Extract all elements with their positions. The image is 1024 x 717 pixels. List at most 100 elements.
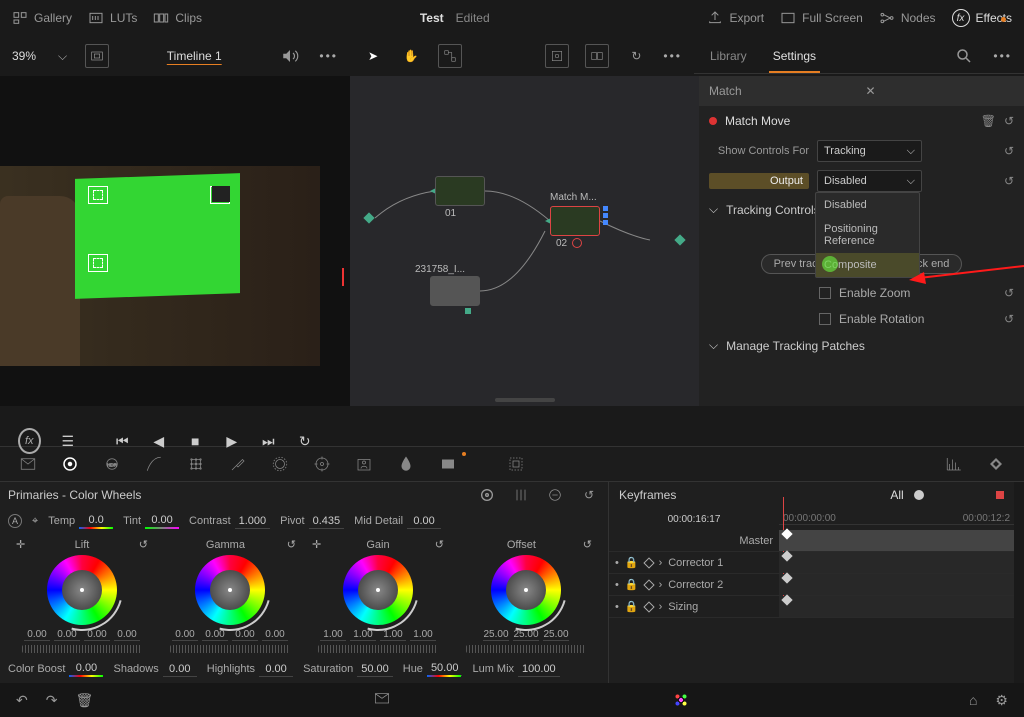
- kf-c2-expand-icon[interactable]: ›: [659, 579, 663, 591]
- kf-c1-lock-icon[interactable]: 🔒: [625, 556, 639, 569]
- kf-c2-lock-icon[interactable]: 🔒: [625, 578, 639, 591]
- play-icon[interactable]: ▶: [223, 430, 242, 452]
- gain-reset-icon[interactable]: ↺: [435, 538, 444, 551]
- kf-sz-lock-icon[interactable]: 🔒: [625, 600, 639, 613]
- reset-output-icon[interactable]: ↺: [1004, 174, 1014, 188]
- node-tool-icon[interactable]: [438, 44, 462, 68]
- offset-reset-icon[interactable]: ↺: [583, 538, 592, 551]
- shadows-value[interactable]: 0.00: [163, 662, 197, 677]
- reset-rotation-icon[interactable]: ↺: [1004, 312, 1014, 326]
- kf-sz-key[interactable]: [781, 594, 792, 605]
- wheels-mode-icon[interactable]: [476, 484, 498, 506]
- zoom-value[interactable]: 39%: [12, 49, 36, 63]
- last-frame-icon[interactable]: ⏭: [259, 430, 278, 452]
- node-refresh-icon[interactable]: ↻: [625, 45, 647, 67]
- hue-value[interactable]: 50.00: [427, 661, 463, 676]
- gamma-slider[interactable]: [170, 645, 290, 653]
- enable-rotation-checkbox[interactable]: [819, 313, 831, 325]
- palette-scopes-icon[interactable]: [944, 454, 964, 474]
- dropdown-item-disabled[interactable]: Disabled: [816, 193, 919, 217]
- dropdown-item-composite[interactable]: Composite: [816, 253, 919, 277]
- palette-sizing-icon[interactable]: [506, 454, 526, 474]
- offset-v2[interactable]: 25.00: [543, 629, 569, 641]
- tracker-point-1[interactable]: [88, 186, 108, 204]
- show-controls-select[interactable]: Tracking ⌵: [817, 140, 922, 162]
- home-icon[interactable]: ⌂: [969, 692, 977, 708]
- colorboost-value[interactable]: 0.00: [69, 661, 103, 676]
- primaries-reset-icon[interactable]: ↺: [578, 484, 600, 506]
- lummix-value[interactable]: 100.00: [518, 662, 560, 677]
- lift-v3[interactable]: 0.00: [114, 629, 140, 641]
- node-03[interactable]: [430, 276, 480, 306]
- dropdown-item-positioning[interactable]: Positioning Reference: [816, 217, 919, 253]
- luts-button[interactable]: LUTs: [88, 10, 137, 26]
- gamma-v3[interactable]: 0.00: [262, 629, 288, 641]
- search-input[interactable]: Match: [709, 84, 858, 98]
- step-back-icon[interactable]: ◀: [150, 430, 169, 452]
- highlights-value[interactable]: 0.00: [259, 662, 293, 677]
- gallery-button[interactable]: Gallery: [12, 10, 72, 26]
- pick-white-icon[interactable]: ⌖: [32, 515, 38, 528]
- layer-port[interactable]: [465, 308, 471, 314]
- kf-sz-diamond-icon[interactable]: [643, 601, 654, 612]
- temp-value[interactable]: 0.0: [79, 513, 113, 528]
- export-button[interactable]: Export: [707, 10, 764, 26]
- log-mode-icon[interactable]: [544, 484, 566, 506]
- inspector-options-icon[interactable]: •••: [993, 49, 1012, 63]
- gain-v3[interactable]: 1.00: [410, 629, 436, 641]
- auto-balance-icon[interactable]: A: [8, 514, 22, 528]
- manage-patches-header[interactable]: ⌵ Manage Tracking Patches: [699, 332, 1024, 359]
- node-01[interactable]: [435, 176, 485, 206]
- palette-magic-mask-icon[interactable]: [354, 454, 374, 474]
- middetail-value[interactable]: 0.00: [407, 514, 441, 529]
- fx-toggle-icon[interactable]: fx: [18, 428, 41, 454]
- palette-blur-icon[interactable]: [396, 454, 416, 474]
- delete-effect-icon[interactable]: 🗑: [981, 114, 996, 128]
- kf-c2-dot[interactable]: •: [615, 579, 619, 591]
- audio-icon[interactable]: [279, 45, 301, 67]
- lift-v0[interactable]: 0.00: [24, 629, 50, 641]
- gamma-v0[interactable]: 0.00: [172, 629, 198, 641]
- zoom-chevron-icon[interactable]: ⌵: [58, 49, 67, 64]
- trash-icon[interactable]: 🗑: [75, 692, 93, 709]
- tint-value[interactable]: 0.00: [145, 513, 179, 528]
- kf-c1-key[interactable]: [781, 550, 792, 561]
- effect-enable-dot[interactable]: [709, 117, 717, 125]
- redo-icon[interactable]: ↷: [46, 692, 58, 709]
- reset-effect-icon[interactable]: ↺: [1004, 114, 1014, 128]
- node-editor[interactable]: 01 Match M... 02 231758_I...: [350, 76, 699, 406]
- palette-key-icon[interactable]: [438, 454, 458, 474]
- pointer-tool-icon[interactable]: ➤: [362, 45, 384, 67]
- clear-search-icon[interactable]: ✕: [866, 84, 1015, 98]
- contrast-value[interactable]: 1.000: [235, 514, 271, 529]
- graph-input-port[interactable]: [363, 212, 374, 223]
- lift-wheel[interactable]: [47, 555, 117, 625]
- kf-c1-dot[interactable]: •: [615, 557, 619, 569]
- stop-icon[interactable]: ■: [186, 430, 205, 452]
- keyframes-all-button[interactable]: All: [890, 488, 903, 502]
- kf-sz-dot[interactable]: •: [615, 601, 619, 613]
- search-icon[interactable]: [953, 45, 975, 67]
- kf-rec-icon[interactable]: [996, 491, 1004, 499]
- scroll-handle[interactable]: [495, 398, 555, 402]
- kf-c2-diamond-icon[interactable]: [643, 579, 654, 590]
- keyframes-timecode[interactable]: 00:00:16:17: [609, 514, 779, 525]
- tracker-point-3[interactable]: [88, 254, 108, 272]
- timeline-name[interactable]: Timeline 1: [167, 49, 222, 63]
- undo-icon[interactable]: ↶: [16, 692, 28, 709]
- bars-mode-icon[interactable]: [510, 484, 532, 506]
- enable-zoom-checkbox[interactable]: [819, 287, 831, 299]
- page-color-icon[interactable]: [672, 691, 690, 709]
- clips-button[interactable]: Clips: [153, 10, 202, 26]
- page-cut-icon[interactable]: [372, 691, 392, 710]
- hand-tool-icon[interactable]: ✋: [400, 45, 422, 67]
- kf-c1-diamond-icon[interactable]: [643, 557, 654, 568]
- offset-v0[interactable]: 25.00: [483, 629, 509, 641]
- gear-icon[interactable]: ⚙: [995, 692, 1008, 709]
- gain-picker-icon[interactable]: ✛: [312, 538, 321, 551]
- gain-wheel[interactable]: [343, 555, 413, 625]
- lift-picker-icon[interactable]: ✛: [16, 538, 25, 551]
- gamma-wheel[interactable]: [195, 555, 265, 625]
- palette-keyframes-icon[interactable]: [986, 454, 1006, 474]
- viewer-image[interactable]: [0, 166, 320, 366]
